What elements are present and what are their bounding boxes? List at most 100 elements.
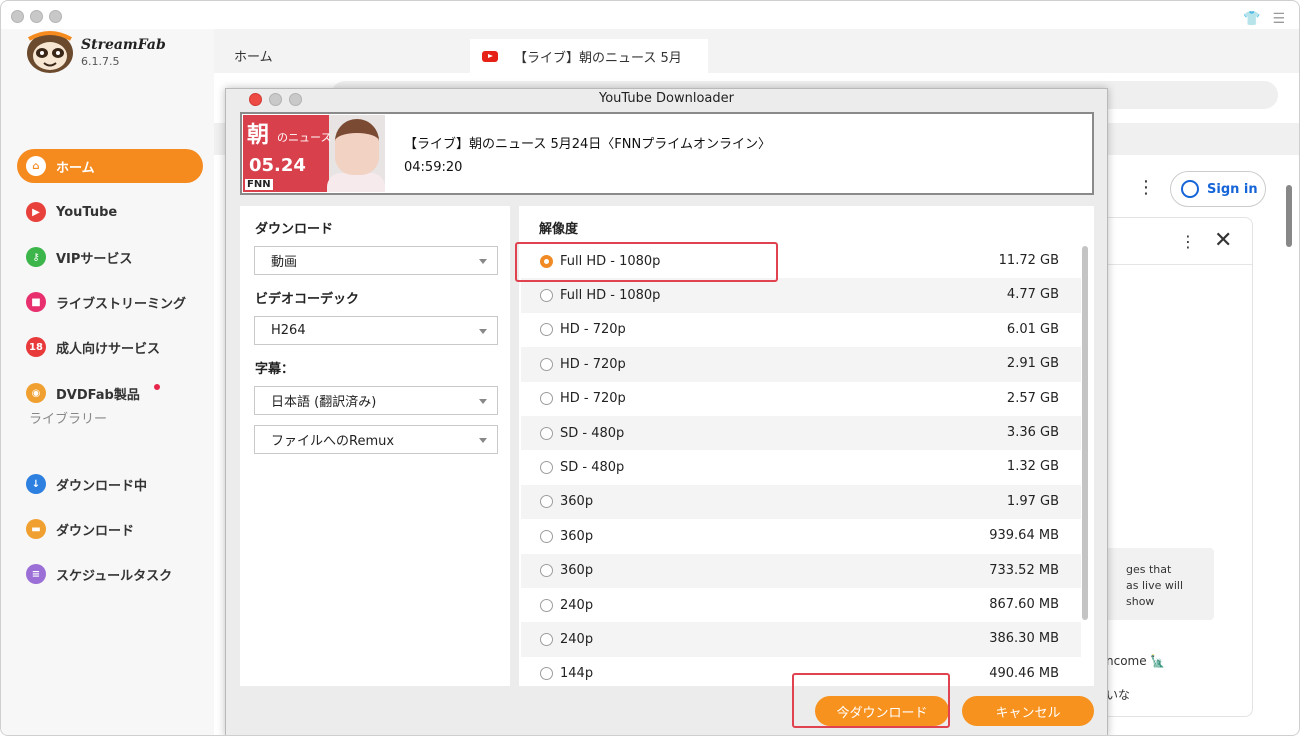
resolution-option[interactable]: HD - 720p 6.01 GB [521, 313, 1081, 347]
chevron-down-icon [479, 438, 487, 443]
resolution-option[interactable]: 360p 939.64 MB [521, 519, 1081, 553]
library-item-2[interactable]: ▬ ダウンロード [17, 512, 203, 546]
chevron-down-icon [479, 259, 487, 264]
schedule-list-icon: ≡ [26, 564, 46, 584]
account-icon [1181, 180, 1199, 198]
sidebar-item-2[interactable]: ▶ YouTube [17, 195, 203, 229]
resolution-option[interactable]: SD - 480p 3.36 GB [521, 415, 1081, 451]
page-scrollbar[interactable] [1286, 185, 1292, 247]
folder-icon: ▬ [26, 519, 46, 539]
download-arrow-icon: ↓ [26, 474, 46, 494]
download-type-label: ダウンロード [255, 222, 334, 237]
options-panel: ダウンロード 動画 ビデオコーデック H264 字幕： 日本語 (翻訳済み) フ… [240, 206, 510, 686]
video-codec-value: H264 [271, 323, 306, 338]
camera-icon: ■ [26, 292, 46, 312]
zoom-window-button[interactable] [49, 10, 62, 23]
adult-18-icon: 18 [26, 337, 46, 357]
subtitle-select[interactable]: 日本語 (翻訳済み) [254, 386, 498, 415]
thumbnail-subtitle: のニュース [277, 131, 332, 144]
download-type-select[interactable]: 動画 [254, 246, 498, 275]
video-duration: 04:59:20 [404, 160, 463, 175]
radio-button[interactable] [540, 323, 553, 337]
radio-button[interactable] [540, 357, 553, 371]
radio-button[interactable] [540, 529, 553, 543]
radio-button[interactable] [540, 289, 553, 303]
more-options-icon[interactable]: ⋮ [1137, 177, 1155, 198]
thumbnail-fnn-logo: FNN [245, 179, 273, 190]
skin-icon[interactable]: 👕 [1243, 11, 1260, 27]
radio-button[interactable] [540, 598, 553, 612]
chat-more-icon[interactable]: ⋮ [1180, 232, 1196, 251]
chat-close-icon[interactable]: ✕ [1214, 228, 1232, 253]
video-info: 朝 のニュース 05.24 FNN 【ライブ】朝のニュース 5月24日〈FNNプ… [240, 112, 1094, 195]
streamfab-logo [25, 29, 75, 75]
video-codec-label: ビデオコーデック [255, 292, 360, 307]
resolution-label: HD - 720p [560, 322, 626, 338]
download-type-value: 動画 [271, 255, 298, 270]
sidebar-item-label: 成人向けサービス [56, 341, 161, 357]
menu-icon[interactable]: ☰ [1272, 11, 1285, 27]
resolution-scrollbar[interactable] [1082, 246, 1088, 620]
radio-button[interactable] [540, 426, 553, 440]
resolution-size: 1.32 GB [1006, 459, 1059, 475]
resolution-option[interactable]: 240p 867.60 MB [521, 588, 1081, 622]
radio-button[interactable] [540, 495, 553, 509]
video-codec-select[interactable]: H264 [254, 316, 498, 345]
resolution-option[interactable]: 360p 733.52 MB [521, 553, 1081, 588]
subtitle-label: 字幕： [255, 362, 295, 377]
radio-button[interactable] [540, 392, 553, 406]
resolution-option[interactable]: Full HD - 1080p 4.77 GB [521, 278, 1081, 313]
remux-select[interactable]: ファイルへのRemux [254, 425, 498, 454]
resolution-label: 360p [560, 563, 594, 579]
sidebar-item-label: DVDFab製品 [56, 387, 140, 403]
dialog-title: YouTube Downloader [599, 91, 734, 106]
close-window-button[interactable] [11, 10, 24, 23]
library-item-1[interactable]: ↓ ダウンロード中 [17, 467, 203, 501]
remux-value: ファイルへのRemux [271, 434, 395, 449]
browser-tab-bar: ホーム 【ライブ】朝のニュース 5月 [214, 29, 1299, 73]
library-item-label: ダウンロード中 [56, 478, 148, 494]
sign-in-button[interactable]: Sign in [1170, 171, 1266, 207]
resolution-option[interactable]: HD - 720p 2.91 GB [521, 347, 1081, 382]
radio-button[interactable] [540, 632, 553, 646]
sidebar-item-label: ライブストリーミング [56, 296, 187, 312]
resolution-option[interactable]: HD - 720p 2.57 GB [521, 382, 1081, 416]
home-icon: ⌂ [26, 156, 46, 176]
resolution-option[interactable]: SD - 480p 1.32 GB [521, 450, 1081, 484]
resolution-size: 939.64 MB [989, 528, 1059, 544]
highlight-box [792, 673, 950, 728]
radio-button[interactable] [540, 564, 553, 578]
cancel-button[interactable]: キャンセル [962, 696, 1094, 726]
sidebar-item-3[interactable]: ⚷ VIPサービス [17, 240, 203, 274]
sidebar-item-4[interactable]: ■ ライブストリーミング [17, 285, 203, 319]
sidebar-item-5[interactable]: 18 成人向けサービス [17, 330, 203, 364]
sidebar-item-label: YouTube [56, 204, 118, 220]
resolution-label: HD - 720p [560, 356, 626, 372]
resolution-list: Full HD - 1080p 11.72 GB Full HD - 1080p 4.… [521, 244, 1081, 686]
resolution-option[interactable]: 360p 1.97 GB [521, 484, 1081, 520]
resolution-size: 490.46 MB [989, 665, 1059, 681]
tab-live-news[interactable]: 【ライブ】朝のニュース 5月 [470, 39, 708, 73]
library-label: ライブラリー [29, 412, 108, 427]
library-item-3[interactable]: ≡ スケジュールタスク [17, 557, 203, 591]
resolution-size: 6.01 GB [1006, 321, 1059, 337]
brand-name: StreamFab [81, 37, 166, 53]
resolution-label: SD - 480p [560, 425, 625, 441]
resolution-label: 144p [560, 666, 594, 682]
radio-button[interactable] [540, 461, 553, 475]
resolution-label: SD - 480p [560, 460, 625, 476]
resolution-option[interactable]: 240p 386.30 MB [521, 622, 1081, 657]
sidebar-item-1[interactable]: ⌂ ホーム [17, 149, 203, 183]
resolution-size: 4.77 GB [1006, 287, 1059, 303]
app-window: 👕 ☰ StreamFab 6.1.7.5 ⌂ ホーム ▶ YouTube ⚷ VIPサー… [0, 0, 1300, 736]
sign-in-label: Sign in [1207, 181, 1258, 197]
minimize-window-button[interactable] [30, 10, 43, 23]
tab-home[interactable]: ホーム [234, 46, 273, 65]
sidebar-item-6[interactable]: ◉ DVDFab製品 [17, 376, 203, 410]
key-icon: ⚷ [26, 247, 46, 267]
radio-button[interactable] [540, 667, 553, 681]
resolution-label: 240p [560, 597, 594, 613]
youtube-icon: ▶ [26, 202, 46, 222]
resolution-size: 2.91 GB [1006, 356, 1059, 372]
resolution-label: HD - 720p [560, 391, 626, 407]
